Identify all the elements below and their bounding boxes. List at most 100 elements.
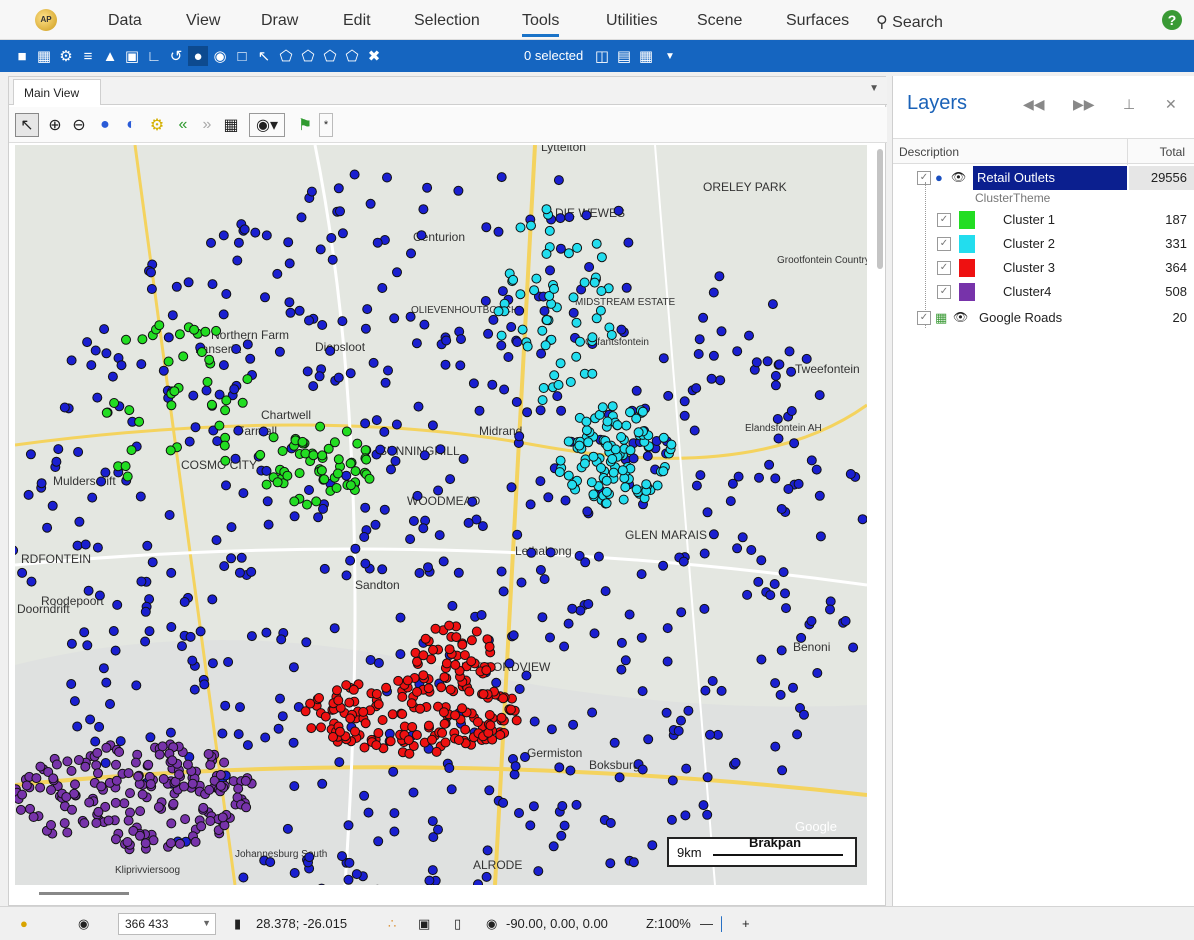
outlet-point — [472, 717, 483, 727]
pin-icon[interactable]: ⊥ — [1123, 96, 1135, 113]
outlet-point — [344, 697, 355, 708]
outlet-point — [360, 502, 371, 513]
pin-icon[interactable]: ◉ — [210, 46, 230, 66]
globe-full-extent-icon[interactable]: ● — [93, 113, 117, 137]
vertical-scrollbar[interactable] — [877, 149, 883, 269]
layer-visible-checkbox[interactable]: ✓ — [917, 171, 931, 185]
more-icon[interactable]: * — [319, 113, 333, 137]
tab-main-view[interactable]: Main View — [13, 79, 101, 105]
zoom-in-icon[interactable]: ⊕ — [43, 113, 67, 137]
expand-right-icon[interactable]: ▶▶ — [1073, 96, 1095, 113]
menu-tools[interactable]: Tools — [522, 12, 560, 37]
excel-export-icon[interactable]: ▦ — [636, 46, 656, 66]
pointer-icon[interactable]: ↖ — [15, 113, 39, 137]
horizontal-scrollbar[interactable] — [39, 892, 129, 895]
flag-icon[interactable]: ⚑ — [293, 113, 317, 137]
layers-stack-icon[interactable]: ≡ — [78, 46, 98, 66]
zoom-out-button[interactable]: — — [700, 916, 713, 931]
clear-selection-icon[interactable]: ✖ — [364, 46, 384, 66]
table-icon[interactable]: ▦ — [34, 46, 54, 66]
layer-row-retail-outlets[interactable]: ✓ ● 👁 Retail Outlets 29556 — [893, 166, 1194, 190]
outlet-point — [328, 732, 338, 742]
cluster-2-checkbox[interactable]: ✓ — [937, 237, 951, 251]
outlet-point — [96, 781, 107, 792]
settings-gear-icon[interactable]: ⚙ — [145, 113, 169, 137]
measure-icon[interactable]: ∟ — [144, 46, 164, 66]
grid-icon[interactable]: ▦ — [219, 113, 243, 137]
outlet-point — [681, 763, 692, 774]
outlet-point — [572, 242, 583, 253]
next-extent-icon[interactable]: » — [195, 113, 219, 137]
outlet-point — [302, 499, 312, 510]
menu-edit[interactable]: Edit — [343, 12, 371, 30]
layer-row-cluster-3[interactable]: ✓ Cluster 3 364 — [893, 256, 1194, 280]
layer-add-icon[interactable]: ⚙ — [56, 46, 76, 66]
outlet-point — [406, 698, 417, 709]
theme-dropdown-icon[interactable]: ◉▾ — [249, 113, 285, 137]
outlet-point — [300, 706, 311, 717]
outlet-point — [46, 820, 56, 830]
lightbulb-icon[interactable]: ● — [20, 916, 28, 931]
menu-view[interactable]: View — [186, 12, 220, 30]
outlet-point — [691, 480, 702, 491]
search-button[interactable]: ⚲ Search — [876, 12, 943, 32]
layer-row-google-roads[interactable]: ✓ ▦ 👁 Google Roads 20 — [893, 306, 1194, 330]
menu-draw[interactable]: Draw — [261, 12, 298, 30]
tab-dropdown-icon[interactable]: ▼ — [869, 83, 879, 94]
comment-icon[interactable]: ▯ — [454, 916, 461, 932]
outlet-point — [105, 699, 115, 709]
zoom-selection-icon[interactable]: ◫ — [592, 46, 612, 66]
chevron-down-icon[interactable]: ▼ — [202, 918, 211, 928]
select-remove-icon[interactable]: ⬠ — [320, 46, 340, 66]
select-add-icon[interactable]: ⬠ — [298, 46, 318, 66]
app-logo-icon[interactable]: AP — [35, 9, 57, 31]
collapse-left-icon[interactable]: ◀◀ — [1023, 96, 1045, 113]
snap-icon[interactable]: ∴ — [388, 916, 396, 932]
select-invert-icon[interactable]: ⬠ — [342, 46, 362, 66]
layer-row-cluster-1[interactable]: ✓ Cluster 1 187 — [893, 208, 1194, 232]
google-roads-checkbox[interactable]: ✓ — [917, 311, 931, 325]
open-folder-icon[interactable]: ■ — [12, 46, 32, 66]
select-box-icon[interactable]: □ — [232, 46, 252, 66]
select-point-icon[interactable]: ↖ — [254, 46, 274, 66]
outlet-point — [522, 341, 533, 352]
layers-header: Description Total — [893, 138, 1194, 165]
cluster-3-checkbox[interactable]: ✓ — [937, 261, 951, 275]
outlet-point — [282, 823, 293, 834]
eye-icon[interactable]: 👁 — [953, 310, 968, 324]
rotate-icon[interactable]: ↺ — [166, 46, 186, 66]
outlet-point — [583, 599, 594, 609]
zoom-in-button[interactable]: + — [742, 916, 750, 931]
cluster-1-checkbox[interactable]: ✓ — [937, 213, 951, 227]
lock-icon[interactable]: ▣ — [418, 916, 430, 932]
zoom-out-icon[interactable]: ⊖ — [67, 113, 91, 137]
menu-scene[interactable]: Scene — [697, 12, 742, 30]
map-icon[interactable]: ▲ — [100, 46, 120, 66]
cluster-4-checkbox[interactable]: ✓ — [937, 285, 951, 299]
frame-icon[interactable]: ▣ — [122, 46, 142, 66]
eye-icon[interactable]: 👁 — [951, 170, 966, 184]
zoom-slider[interactable]: │ — [718, 916, 726, 931]
outlet-point — [509, 769, 520, 780]
layer-row-cluster-2[interactable]: ✓ Cluster 2 331 — [893, 232, 1194, 256]
menu-data[interactable]: Data — [108, 12, 142, 30]
help-icon[interactable]: ? — [1162, 10, 1182, 30]
search-label: Search — [892, 14, 943, 31]
select-polygon-icon[interactable]: ⬠ — [276, 46, 296, 66]
globe-icon[interactable]: ● — [188, 46, 208, 66]
theme-row[interactable]: ClusterTheme — [893, 190, 1194, 208]
menu-surfaces[interactable]: Surfaces — [786, 12, 849, 30]
chevron-down-icon[interactable]: ▼ — [660, 46, 680, 66]
globe-status-icon[interactable]: ◉ — [78, 916, 89, 932]
close-icon[interactable]: ✕ — [1165, 96, 1177, 113]
menu-selection[interactable]: Selection — [414, 12, 480, 30]
previous-extent-icon[interactable]: « — [171, 113, 195, 137]
outlet-point — [405, 311, 416, 322]
table-view-icon[interactable]: ▤ — [614, 46, 634, 66]
map-view[interactable]: Centurion Lyttelton DIE WEWES ORELEY PARK Gr… — [15, 145, 867, 885]
menu-utilities[interactable]: Utilities — [606, 12, 658, 30]
scale-input[interactable]: 366 433 ▼ — [118, 913, 216, 935]
outlet-point — [315, 244, 326, 255]
globe-zoom-icon[interactable]: ◐ — [119, 113, 143, 137]
layer-row-cluster-4[interactable]: ✓ Cluster4 508 — [893, 280, 1194, 304]
